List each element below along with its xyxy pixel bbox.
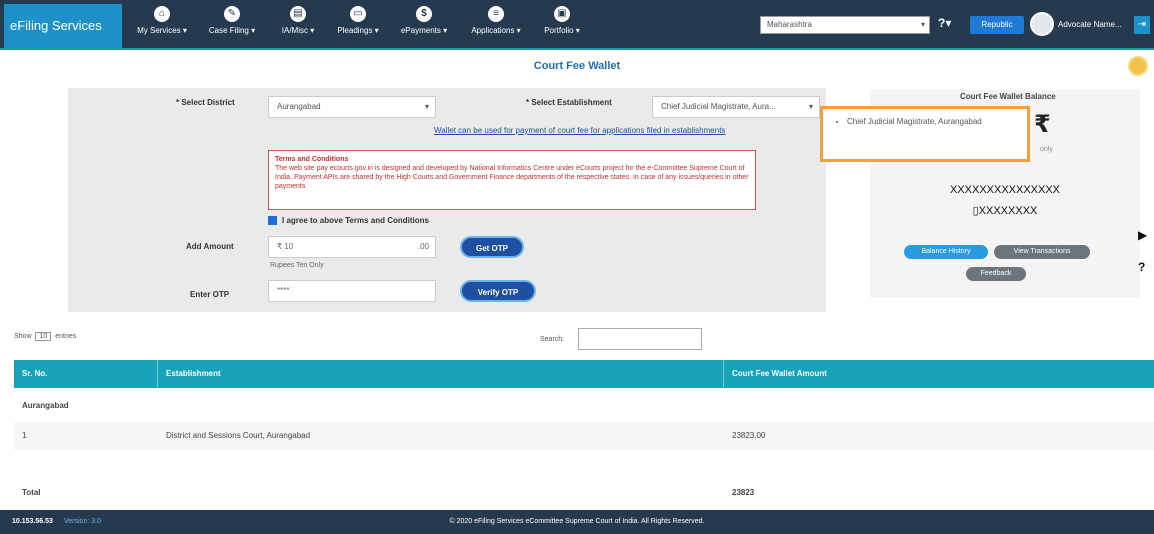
nav-portfolio[interactable]: ▣ Portfolio ▾: [534, 6, 590, 46]
show-suffix: entries: [55, 333, 77, 340]
agree-checkbox[interactable]: I agree to above Terms and Conditions: [268, 216, 429, 226]
establishment-tooltip: Chief Judicial Magistrate, Aurangabad: [820, 106, 1030, 162]
cell-sr: 1: [22, 431, 27, 440]
question-icon[interactable]: ?: [1138, 260, 1152, 274]
chevron-down-icon: ▾: [920, 20, 925, 29]
chevron-down-icon: ▾: [808, 102, 813, 111]
terms-title: Terms and Conditions: [275, 156, 349, 163]
pencil-icon: ✎: [224, 6, 240, 22]
nav-label: My Services ▾: [137, 26, 187, 35]
search-input[interactable]: [578, 328, 702, 350]
col-wallet-amount[interactable]: Court Fee Wallet Amount: [724, 360, 1154, 388]
republic-button[interactable]: Republic: [970, 16, 1024, 34]
folder-icon: ▭: [350, 6, 366, 22]
nav-label: Pleadings ▾: [337, 26, 379, 35]
terms-body: The web site pay ecourts.gov.in is desig…: [275, 165, 749, 190]
state-select[interactable]: Maharashtra ▾: [760, 16, 930, 34]
total-value: 23823: [732, 488, 755, 497]
otp-value: ****: [277, 286, 290, 295]
col-establishment[interactable]: Establishment: [158, 360, 724, 388]
establishment-label: * Select Establishment: [526, 98, 612, 107]
add-amount-label: Add Amount: [186, 242, 234, 251]
nav-pleadings[interactable]: ▭ Pleadings ▾: [328, 6, 388, 46]
masked-mobile: XXXXXXXX: [978, 205, 1038, 217]
establishment-select[interactable]: Chief Judicial Magistrate, Aura... ▾: [652, 96, 820, 118]
username[interactable]: Advocate Name...: [1058, 20, 1122, 29]
verify-otp-button[interactable]: Verify OTP: [460, 280, 536, 302]
view-transactions-button[interactable]: View Transactions: [994, 245, 1090, 259]
amount-prefix: ₹ 10: [277, 242, 294, 251]
show-prefix: Show: [14, 333, 32, 340]
state-select-value: Maharashtra: [767, 20, 812, 29]
nav-my-services[interactable]: ⌂ My Services ▾: [130, 6, 194, 46]
agree-label: I agree to above Terms and Conditions: [282, 216, 429, 225]
search-label: Search:: [540, 336, 565, 343]
masked-mobile-row: ▯XXXXXXXX: [870, 204, 1140, 217]
document-icon: ▤: [290, 6, 306, 22]
show-entries: Show 10 entries: [14, 332, 76, 341]
masked-name: XXXXXXXXXXXXXXX: [949, 184, 1061, 196]
establishment-select-value: Chief Judicial Magistrate, Aura...: [661, 102, 776, 111]
page-title: Court Fee Wallet: [533, 60, 621, 72]
get-otp-button[interactable]: Get OTP: [460, 236, 524, 258]
rupee-icon: ₹: [1034, 111, 1051, 138]
top-navbar: eFiling Services ⌂ My Services ▾ ✎ Case …: [0, 0, 1154, 50]
cell-amount: 23823.00: [732, 431, 766, 440]
footer: 10.153.56.53 Version: 3.0 © 2020 eFiling…: [0, 510, 1154, 534]
nav-ia-misc[interactable]: ▤ IA/Misc ▾: [270, 6, 326, 46]
wallet-balance-subtext: only: [1040, 146, 1053, 153]
otp-input[interactable]: ****: [268, 280, 436, 302]
col-sr-no[interactable]: Sr. No.: [14, 360, 158, 388]
amount-input[interactable]: ₹ 10 .00: [268, 236, 436, 258]
total-label: Total: [22, 488, 41, 497]
cell-establishment: District and Sessions Court, Aurangabad: [166, 431, 311, 440]
district-label: * Select District: [176, 98, 235, 107]
checkbox-checked-icon: [268, 216, 277, 226]
group-name: Aurangabad: [22, 401, 69, 410]
nav-label: Portfolio ▾: [544, 26, 580, 35]
district-select[interactable]: Aurangabad ▾: [268, 96, 436, 118]
avatar[interactable]: [1030, 12, 1054, 36]
nav-label: IA/Misc ▾: [281, 26, 315, 35]
amount-suffix: .00: [417, 242, 429, 251]
total-row: Total 23823: [14, 480, 1154, 506]
enter-otp-label: Enter OTP: [190, 290, 230, 299]
notification-icon[interactable]: [1128, 56, 1148, 76]
wallet-balance-title: Court Fee Wallet Balance: [960, 92, 1056, 101]
brand-logo[interactable]: eFiling Services: [4, 4, 122, 48]
nav-label: Case Filing ▾: [208, 26, 256, 35]
district-select-value: Aurangabad: [277, 102, 321, 111]
table-header: Sr. No. Establishment Court Fee Wallet A…: [14, 360, 1154, 388]
chevron-down-icon: ▾: [424, 102, 429, 111]
feedback-button[interactable]: Feedback: [966, 267, 1026, 281]
balance-history-button[interactable]: Balance History: [904, 245, 988, 259]
nav-epayments[interactable]: $ ePayments ▾: [390, 6, 458, 46]
terms-box[interactable]: Terms and Conditions The web site pay ec…: [268, 150, 756, 210]
table-row: 1 District and Sessions Court, Aurangaba…: [14, 422, 1154, 450]
logout-icon[interactable]: ⇥: [1134, 16, 1150, 34]
wallet-info-link[interactable]: Wallet can be used for payment of court …: [434, 126, 725, 135]
group-row: Aurangabad: [14, 392, 1154, 420]
payment-icon: $: [416, 6, 432, 22]
nav-label: Applications ▾: [471, 26, 521, 35]
footer-copyright: © 2020 eFiling Services eCommittee Supre…: [449, 518, 705, 525]
nav-label: ePayments ▾: [400, 26, 448, 35]
play-icon[interactable]: ▶: [1138, 228, 1152, 242]
file-icon: ≡: [488, 6, 504, 22]
briefcase-icon: ▣: [554, 6, 570, 22]
tooltip-item[interactable]: Chief Judicial Magistrate, Aurangabad: [847, 117, 1017, 126]
amount-in-words: Rupees Ten Only: [270, 262, 324, 269]
nav-applications[interactable]: ≡ Applications ▾: [460, 6, 532, 46]
help-menu[interactable]: ?▾: [938, 16, 962, 34]
entries-select[interactable]: 10: [35, 332, 52, 341]
nav-case-filing[interactable]: ✎ Case Filing ▾: [198, 6, 266, 46]
home-icon: ⌂: [154, 6, 170, 22]
